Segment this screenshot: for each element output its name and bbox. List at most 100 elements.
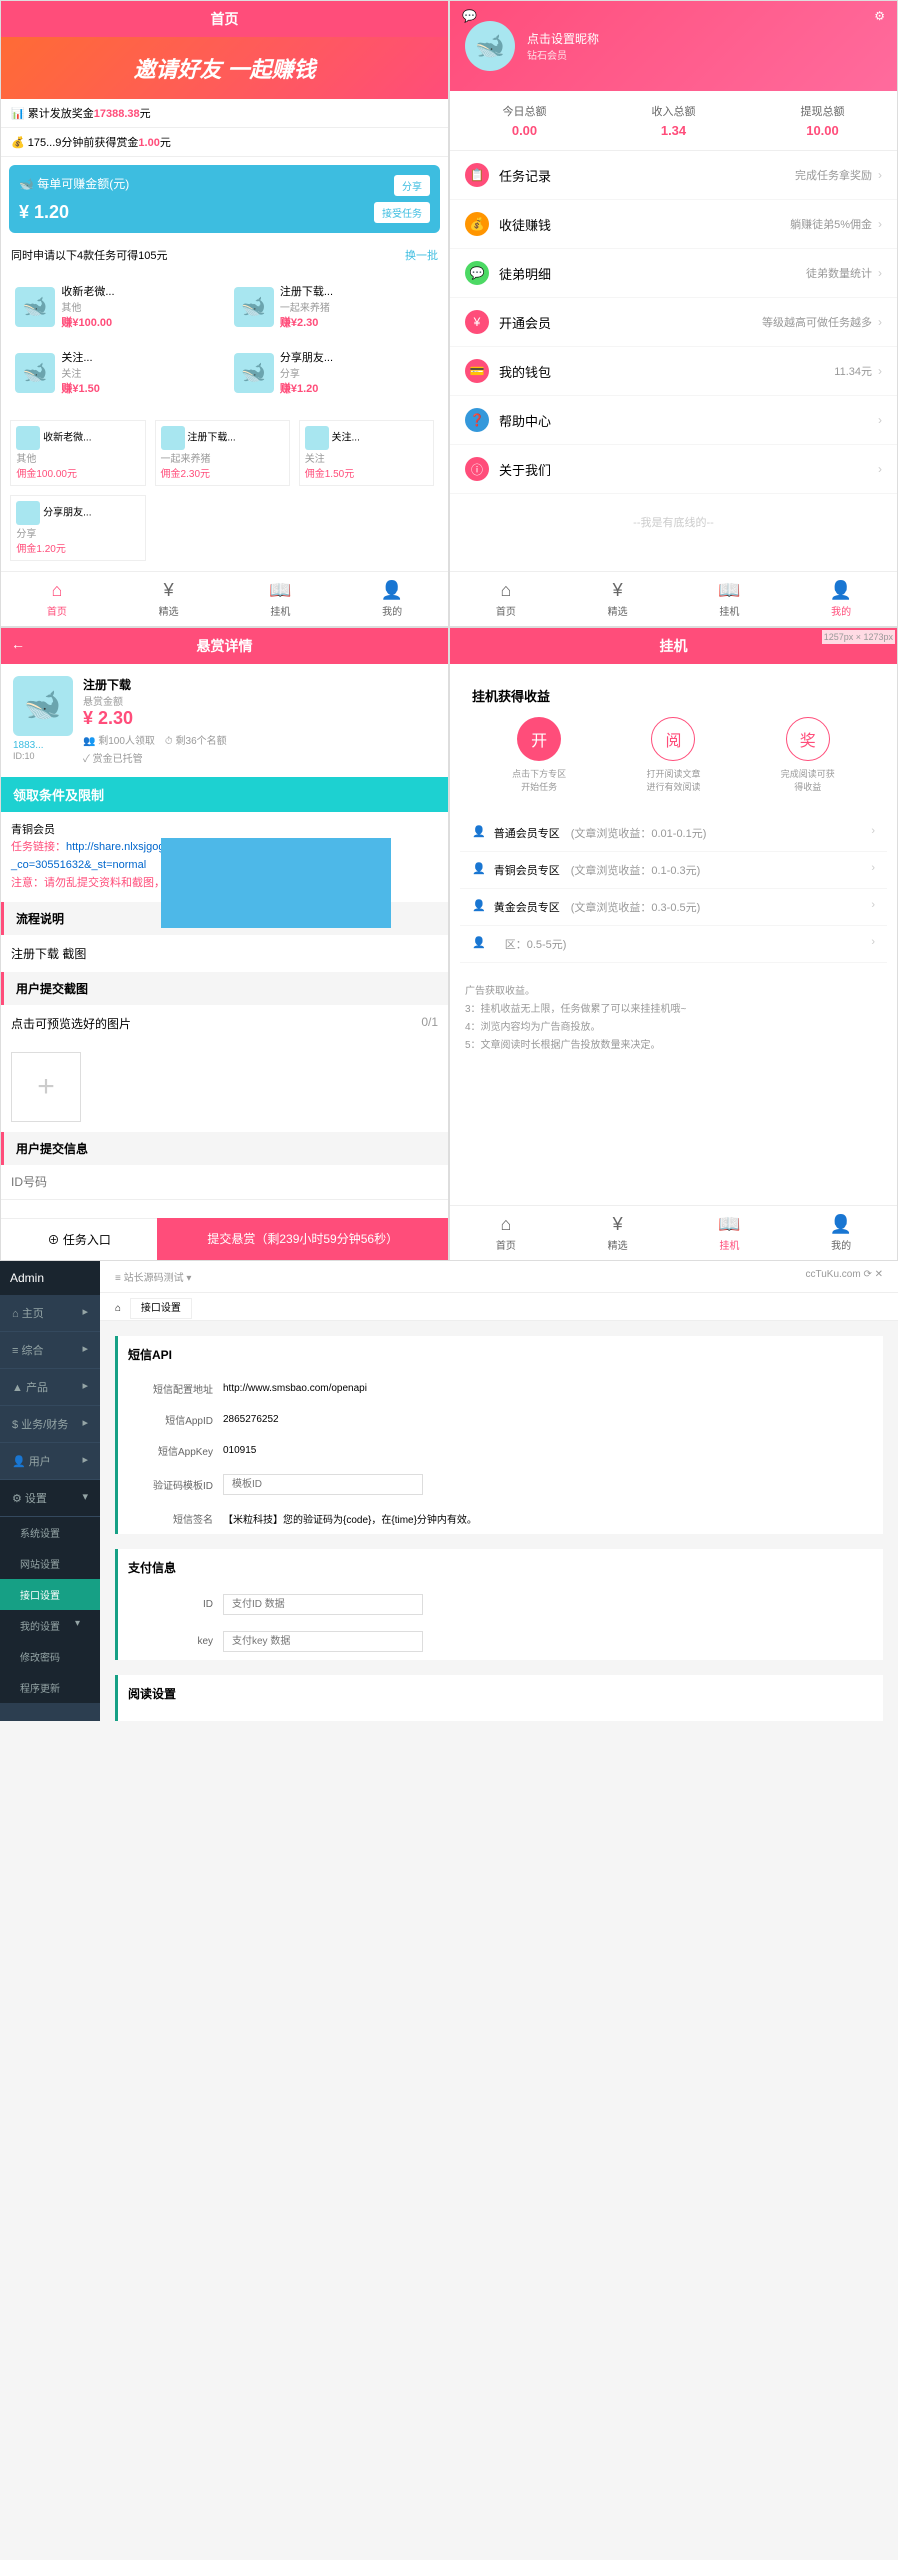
admin-panel: Admin ⌂ 主页 ▸≡ 综合 ▸▲ 产品 ▸$ 业务/财务 ▸👤 用户 ▸⚙… xyxy=(0,1261,898,1721)
nav-设置[interactable]: ⚙ 设置 ▾ xyxy=(0,1480,100,1517)
nav-用户[interactable]: 👤 用户 ▸ xyxy=(0,1443,100,1480)
tab-首页[interactable]: ⌂首页 xyxy=(450,572,562,626)
task-item[interactable]: 收新老微...其他赚¥100.00 xyxy=(10,278,220,335)
zone-item[interactable]: 👤青铜会员专区 (文章浏览收益：0.1-0.3元)› xyxy=(460,852,887,889)
tab-active[interactable]: 接口设置 xyxy=(130,1298,192,1319)
zone-item[interactable]: 👤 区：0.5-5元)› xyxy=(460,926,887,963)
hang-screen: 挂机 挂机获得收益 开点击下方专区开始任务阅打开阅读文章进行有效阅读奖完成阅读可… xyxy=(449,627,898,1261)
featured-task-card: 🐋 每单可赚金额(元) 分享 ¥ 1.20 接受任务 xyxy=(9,165,440,233)
chevron-right-icon: › xyxy=(878,168,882,182)
task-item[interactable]: 分享朋友...分享赚¥1.20 xyxy=(229,344,439,401)
form-row: 短信签名【米粒科技】您的验证码为{code}，在{time}分钟内有效。 xyxy=(118,1503,883,1534)
menu-item-徒弟明细[interactable]: 💬徒弟明细徒弟数量统计› xyxy=(450,249,897,298)
subnav-程序更新[interactable]: 程序更新 xyxy=(0,1672,100,1703)
tab-home[interactable]: ⌂ xyxy=(115,1303,121,1314)
task-price: ¥ 2.30 xyxy=(83,708,436,729)
menu-item-我的钱包[interactable]: 💳我的钱包11.34元› xyxy=(450,347,897,396)
input-验证码模板ID[interactable] xyxy=(223,1474,423,1495)
tab-挂机[interactable]: 📖挂机 xyxy=(674,1206,786,1260)
profile-screen: 💬 ⚙ 🐋 点击设置昵称 钻石会员 今日总额0.00收入总额1.34提现总额10… xyxy=(449,0,898,627)
chevron-right-icon: › xyxy=(878,266,882,280)
nav-产品[interactable]: ▲ 产品 ▸ xyxy=(0,1369,100,1406)
avatar[interactable]: 🐋 xyxy=(465,21,515,71)
menu-item-开通会员[interactable]: ¥开通会员等级越高可做任务越多› xyxy=(450,298,897,347)
top-actions[interactable]: ccTuKu.com ⟳ ✕ xyxy=(805,1269,883,1284)
tab-挂机[interactable]: 📖挂机 xyxy=(225,572,337,626)
small-task-item[interactable]: 关注...关注佣金1.50元 xyxy=(299,420,434,486)
tab-我的[interactable]: 👤我的 xyxy=(336,572,448,626)
menu-item-收徒赚钱[interactable]: 💰收徒赚钱躺赚徒弟5%佣金› xyxy=(450,200,897,249)
subnav-修改密码[interactable]: 修改密码 xyxy=(0,1641,100,1672)
id-input[interactable] xyxy=(11,1175,438,1189)
tab-首页[interactable]: ⌂首页 xyxy=(1,572,113,626)
admin-sidebar: Admin ⌂ 主页 ▸≡ 综合 ▸▲ 产品 ▸$ 业务/财务 ▸👤 用户 ▸⚙… xyxy=(0,1261,100,1721)
nav-业务/财务[interactable]: $ 业务/财务 ▸ xyxy=(0,1406,100,1443)
subnav-我的设置[interactable]: 我的设置 ▾ xyxy=(0,1610,100,1641)
menu-icon: 📋 xyxy=(465,163,489,187)
share-button[interactable]: 分享 xyxy=(394,175,430,196)
menu-icon: ❓ xyxy=(465,408,489,432)
invite-banner[interactable]: 邀请好友 一起赚钱 xyxy=(1,37,448,99)
task-item[interactable]: 注册下载...一起来养猪赚¥2.30 xyxy=(229,278,439,335)
tab-精选[interactable]: ¥精选 xyxy=(562,572,674,626)
accept-task-button[interactable]: 接受任务 xyxy=(374,202,430,223)
stat-今日总额[interactable]: 今日总额0.00 xyxy=(450,103,599,138)
nav-主页[interactable]: ⌂ 主页 ▸ xyxy=(0,1295,100,1332)
section-阅读设置: 阅读设置普通阅读倒计时(秒)60青铜阅读倒计时(秒)60黄金阅读倒计时(秒)60… xyxy=(115,1675,883,1721)
whale-icon xyxy=(234,287,274,327)
input-ID[interactable] xyxy=(223,1594,423,1615)
chevron-right-icon: › xyxy=(878,315,882,329)
menu-item-帮助中心[interactable]: ❓帮助中心› xyxy=(450,396,897,445)
header: ← 悬赏详情 xyxy=(1,628,448,664)
hang-step-0[interactable]: 开点击下方专区开始任务 xyxy=(509,717,569,793)
stat-提现总额[interactable]: 提现总额10.00 xyxy=(748,103,897,138)
form-row: key xyxy=(118,1623,883,1660)
chevron-right-icon: › xyxy=(871,862,875,878)
tab-我的[interactable]: 👤我的 xyxy=(785,572,897,626)
form-row: 验证码模板ID xyxy=(118,1466,883,1503)
zone-item[interactable]: 👤普通会员专区 (文章浏览收益：0.01-0.1元)› xyxy=(460,815,887,852)
nickname[interactable]: 点击设置昵称 xyxy=(527,30,599,47)
tab-挂机[interactable]: 📖挂机 xyxy=(674,572,786,626)
hang-step-2[interactable]: 奖完成阅读可获得收益 xyxy=(778,717,838,793)
submit-button[interactable]: 提交悬赏（剩239小时59分钟56秒） xyxy=(157,1218,448,1260)
task-detail-screen: ← 悬赏详情 🐋 1883... ID:10 注册下载 悬赏金额 ¥ 2.30 … xyxy=(0,627,449,1261)
menu-icon: 💳 xyxy=(465,359,489,383)
chat-icon[interactable]: 💬 xyxy=(462,9,477,23)
member-level: 钻石会员 xyxy=(527,47,599,62)
nav-综合[interactable]: ≡ 综合 ▸ xyxy=(0,1332,100,1369)
task-item[interactable]: 关注...关注赚¥1.50 xyxy=(10,344,220,401)
home-screen: 首页 邀请好友 一起赚钱 📊 累计发放奖金17388.38元 💰 175...9… xyxy=(0,0,449,627)
task-icon: 🐋 xyxy=(13,676,73,736)
tab-精选[interactable]: ¥精选 xyxy=(562,1206,674,1260)
admin-logo: Admin xyxy=(0,1261,100,1295)
menu-icon: 💬 xyxy=(465,261,489,285)
chevron-right-icon: › xyxy=(871,936,875,952)
tab-我的[interactable]: 👤我的 xyxy=(785,1206,897,1260)
hang-step-1[interactable]: 阅打开阅读文章进行有效阅读 xyxy=(643,717,703,793)
menu-item-任务记录[interactable]: 📋任务记录完成任务拿奖励› xyxy=(450,151,897,200)
stat-收入总额[interactable]: 收入总额1.34 xyxy=(599,103,748,138)
input-key[interactable] xyxy=(223,1631,423,1652)
section-支付信息: 支付信息IDkey xyxy=(115,1549,883,1660)
menu-icon: ⓘ xyxy=(465,457,489,481)
menu-item-关于我们[interactable]: ⓘ关于我们› xyxy=(450,445,897,494)
upload-button[interactable]: + xyxy=(11,1052,81,1122)
small-task-item[interactable]: 分享朋友...分享佣金1.20元 xyxy=(10,495,145,561)
subnav-网站设置[interactable]: 网站设置 xyxy=(0,1548,100,1579)
tab-首页[interactable]: ⌂首页 xyxy=(450,1206,562,1260)
refresh-button[interactable]: 换一批 xyxy=(405,247,438,263)
breadcrumb[interactable]: ≡ 站长源码测试 ▾ xyxy=(115,1269,191,1284)
small-task-item[interactable]: 收新老微...其他佣金100.00元 xyxy=(10,420,145,486)
conditions-header: 领取条件及限制 xyxy=(1,777,448,812)
task-entry-button[interactable]: ⊕ 任务入口 xyxy=(1,1218,157,1260)
small-task-item[interactable]: 注册下载...一起来养猪佣金2.30元 xyxy=(155,420,290,486)
subnav-接口设置[interactable]: 接口设置 xyxy=(0,1579,100,1610)
back-icon[interactable]: ← xyxy=(11,636,25,652)
subnav-系统设置[interactable]: 系统设置 xyxy=(0,1517,100,1548)
zone-item[interactable]: 👤黄金会员专区 (文章浏览收益：0.3-0.5元)› xyxy=(460,889,887,926)
tabbar: ⌂首页¥精选📖挂机👤我的 xyxy=(1,571,448,626)
tab-精选[interactable]: ¥精选 xyxy=(113,572,225,626)
overlay-image xyxy=(161,838,391,928)
gear-icon[interactable]: ⚙ xyxy=(874,9,885,23)
